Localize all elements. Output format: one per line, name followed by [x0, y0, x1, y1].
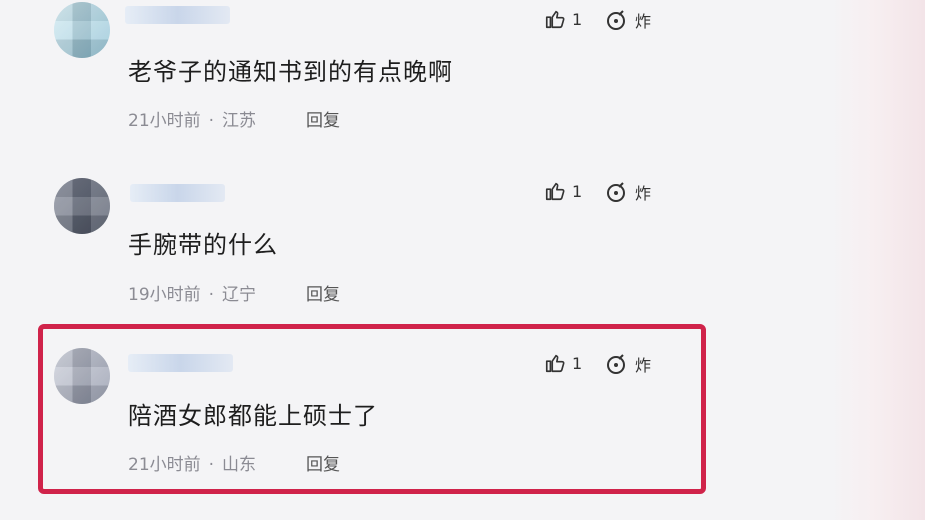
avatar[interactable]	[54, 2, 110, 58]
comment-item: 1 炸 手腕带的什么 19小时前 · 辽宁 回复	[0, 170, 760, 320]
username-blurred[interactable]	[125, 6, 230, 24]
thumbs-up-icon	[544, 180, 566, 202]
comment-text: 手腕带的什么	[128, 231, 278, 259]
like-button[interactable]: 1	[544, 8, 582, 30]
comment-time: 21小时前	[128, 111, 201, 131]
right-blur-area	[830, 0, 925, 520]
avatar[interactable]	[54, 178, 110, 234]
username-blurred[interactable]	[130, 184, 225, 202]
comment-location: 辽宁	[222, 285, 257, 305]
highlight-box	[38, 324, 706, 494]
thumbs-up-icon	[544, 8, 566, 30]
bomb-icon	[605, 181, 629, 203]
blast-button[interactable]: 炸	[605, 8, 651, 32]
reply-button[interactable]: 回复	[306, 106, 340, 131]
blast-label: 炸	[635, 12, 652, 31]
bomb-icon	[605, 9, 629, 31]
like-button[interactable]: 1	[544, 180, 582, 202]
blast-button[interactable]: 炸	[605, 180, 651, 204]
comment-time: 19小时前	[128, 285, 201, 305]
comment-location: 江苏	[222, 111, 257, 131]
comment-text: 老爷子的通知书到的有点晚啊	[128, 58, 453, 86]
reply-button[interactable]: 回复	[306, 280, 340, 305]
blast-label: 炸	[635, 184, 652, 203]
comment-meta: 19小时前 · 辽宁	[128, 285, 257, 305]
like-count: 1	[572, 9, 583, 29]
comment-meta: 21小时前 · 江苏	[128, 111, 257, 131]
comment-item: 1 炸 老爷子的通知书到的有点晚啊 21小时前 · 江苏 回复	[0, 0, 760, 150]
like-count: 1	[572, 181, 583, 201]
